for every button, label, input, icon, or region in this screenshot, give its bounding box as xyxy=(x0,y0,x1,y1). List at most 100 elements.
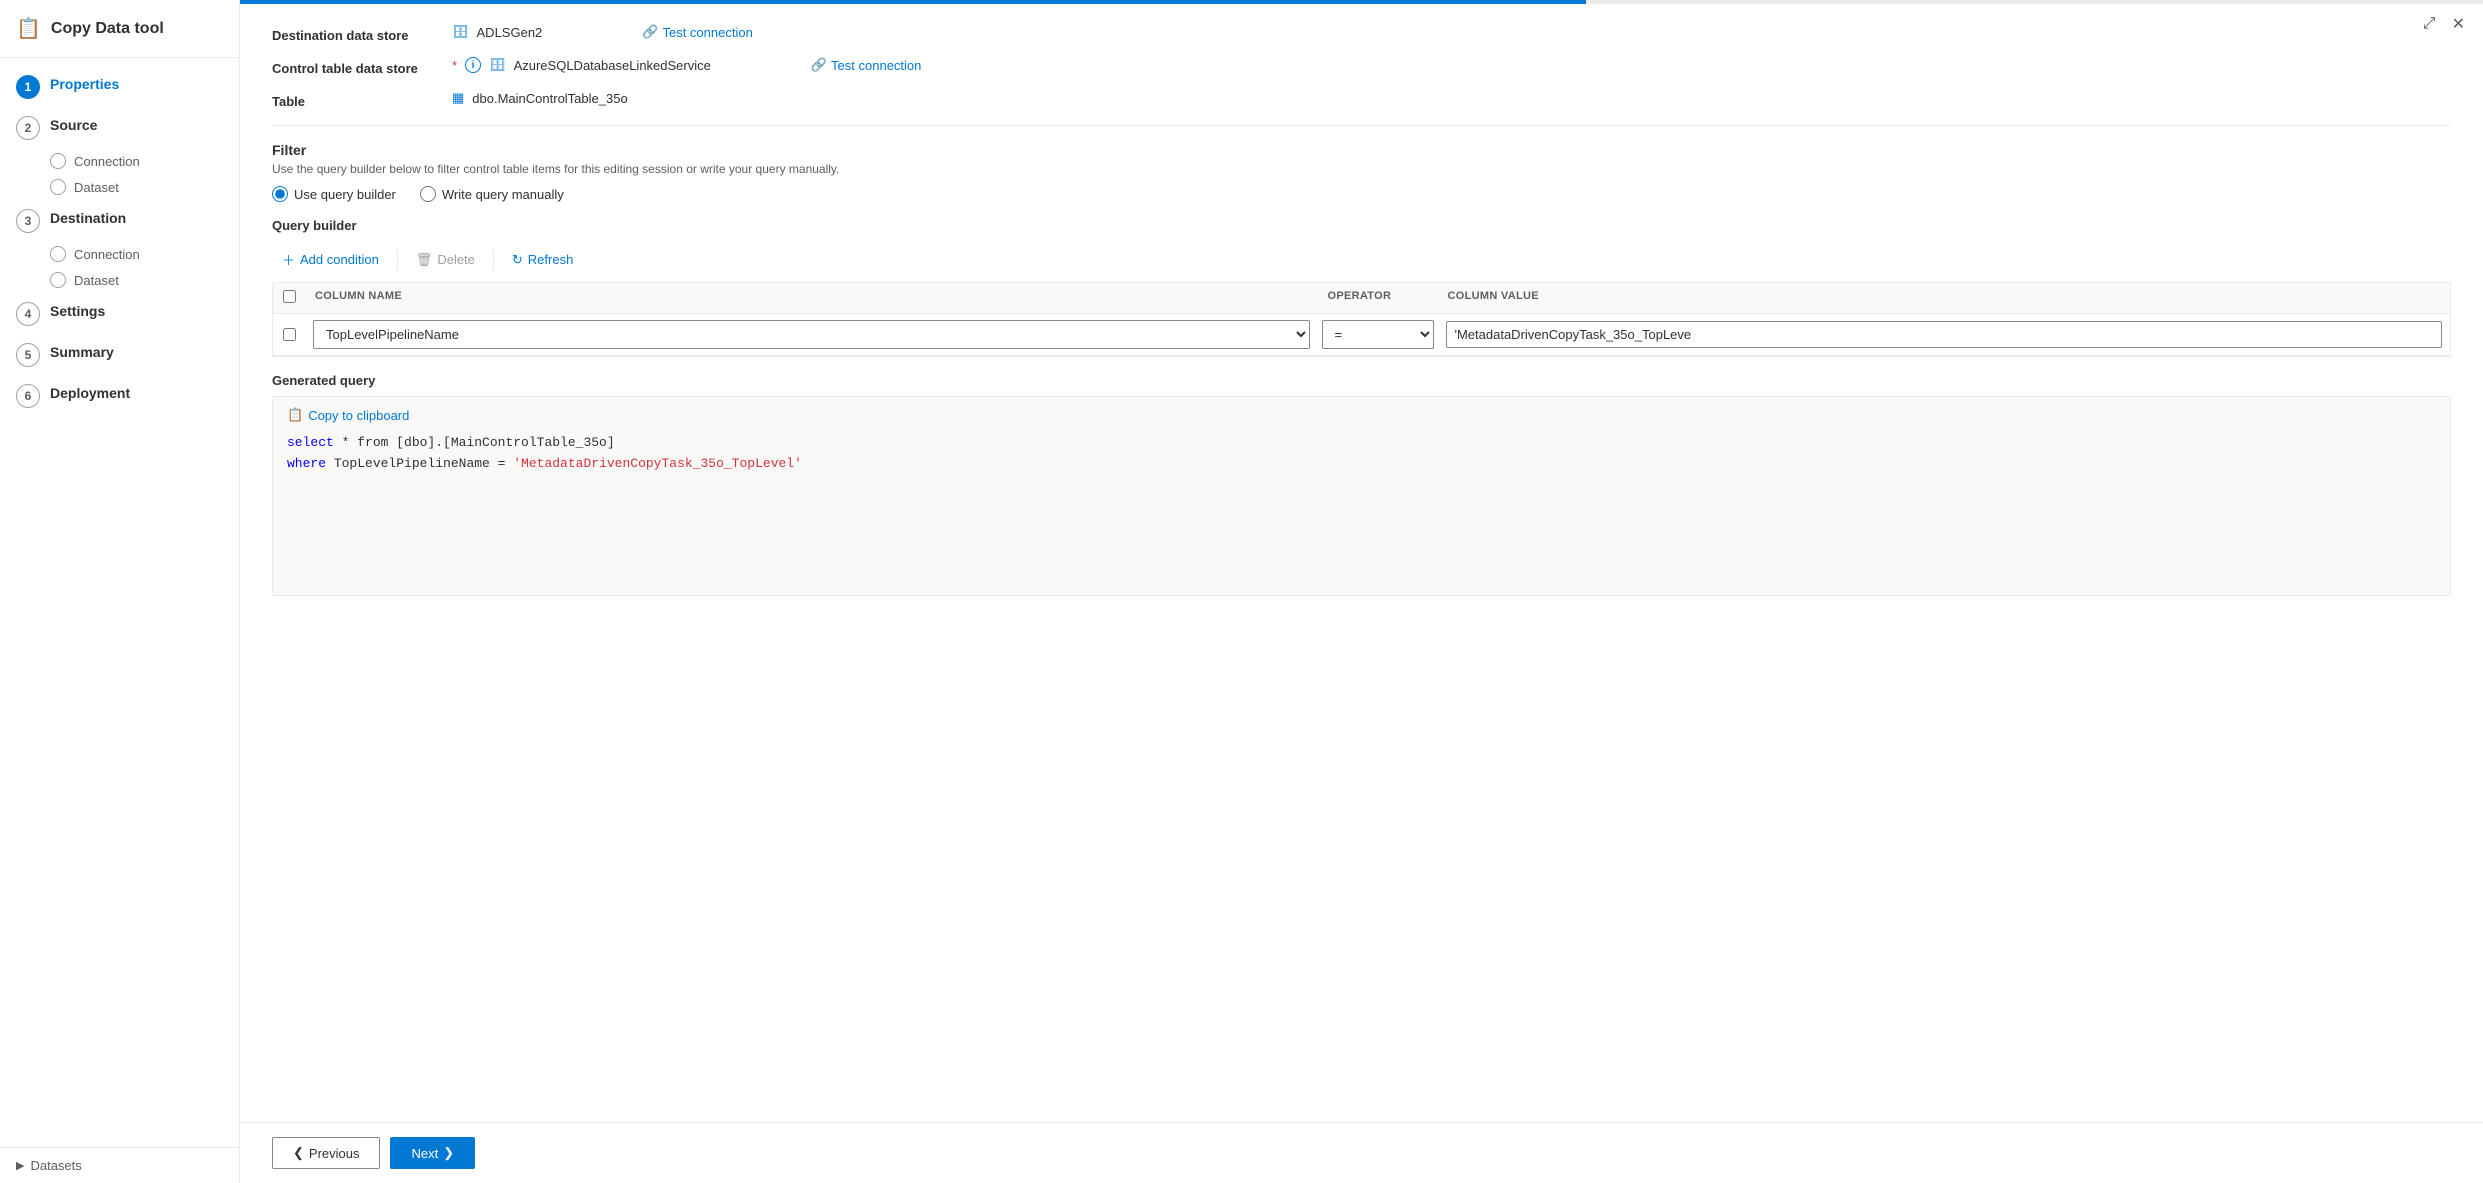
nav-number-3: 3 xyxy=(16,209,40,233)
radio-query-builder-label: Use query builder xyxy=(294,187,396,202)
nav-sub-dataset-source[interactable]: Dataset xyxy=(0,174,239,200)
test-connection-control-label: Test connection xyxy=(831,58,921,73)
nav-sub-label-dataset-dest: Dataset xyxy=(74,273,119,288)
expand-button[interactable]: ⤢ xyxy=(2421,12,2438,36)
query-line-2: where TopLevelPipelineName = 'MetadataDr… xyxy=(287,454,2436,475)
test-connection-icon: 🔗 xyxy=(642,24,658,40)
content-area: Destination data store 🗄 ADLSGen2 🔗 Test… xyxy=(240,4,2483,1122)
nav-label-deployment: Deployment xyxy=(50,383,130,401)
radio-write-manually-input[interactable] xyxy=(420,186,436,202)
filter-section: Filter Use the query builder below to fi… xyxy=(272,142,2451,202)
column-name-cell: TopLevelPipelineName xyxy=(305,320,1318,349)
test-connection-dest-link[interactable]: 🔗 Test connection xyxy=(642,24,753,40)
select-all-checkbox[interactable] xyxy=(283,290,296,303)
nav-label-summary: Summary xyxy=(50,342,114,360)
nav-item-deployment[interactable]: 6 Deployment xyxy=(0,375,239,416)
nav-sub-circle-4 xyxy=(50,272,66,288)
divider-1 xyxy=(272,125,2451,126)
previous-button[interactable]: ❮ Previous xyxy=(272,1137,380,1169)
destination-data-store-value: 🗄 ADLSGen2 xyxy=(452,24,542,40)
header-operator: OPERATOR xyxy=(1318,283,1438,313)
control-table-label: Control table data store xyxy=(272,57,432,76)
query-line-1: select * from [dbo].[MainControlTable_35… xyxy=(287,433,2436,454)
close-button[interactable]: ✕ xyxy=(2450,12,2467,36)
sql-keyword-where: where xyxy=(287,456,326,471)
sql-line2-string: 'MetadataDrivenCopyTask_35o_TopLevel' xyxy=(513,456,802,471)
control-table-value-group: * i 🗄 AzureSQLDatabaseLinkedService xyxy=(452,57,711,73)
test-connection-icon-2: 🔗 xyxy=(811,57,827,73)
sql-line1-rest: * from [dbo].[MainControlTable_35o] xyxy=(334,435,615,450)
column-value-input[interactable] xyxy=(1446,321,2443,348)
table-icon: ▦ xyxy=(452,90,464,106)
row-checkbox-input[interactable] xyxy=(283,328,296,341)
nav-item-destination[interactable]: 3 Destination xyxy=(0,200,239,241)
sql-line2-middle: TopLevelPipelineName = xyxy=(326,456,513,471)
add-condition-label: Add condition xyxy=(300,252,379,267)
nav-item-source[interactable]: 2 Source xyxy=(0,107,239,148)
nav-label-source: Source xyxy=(50,115,97,133)
header-column-name: COLUMN NAME xyxy=(305,283,1318,313)
refresh-label: Refresh xyxy=(528,252,574,267)
query-box: 📋 Copy to clipboard select * from [dbo].… xyxy=(272,396,2451,596)
delete-button[interactable]: 🗑 Delete xyxy=(406,247,485,273)
sql-keyword-select: select xyxy=(287,435,334,450)
sidebar-footer-datasets[interactable]: ▶ Datasets xyxy=(0,1147,239,1183)
nav-label-settings: Settings xyxy=(50,301,105,319)
toolbar-separator-2 xyxy=(493,250,494,270)
copy-icon: 📋 xyxy=(287,407,303,423)
window-controls: ⤢ ✕ xyxy=(2421,12,2467,36)
nav-sub-connection-dest[interactable]: Connection xyxy=(0,241,239,267)
destination-data-store-label: Destination data store xyxy=(272,24,432,43)
previous-label: Previous xyxy=(309,1146,360,1161)
query-table-header: COLUMN NAME OPERATOR COLUMN VALUE xyxy=(273,283,2450,314)
nav-sub-label-dataset: Dataset xyxy=(74,180,119,195)
operator-select[interactable]: = != > < xyxy=(1322,320,1434,349)
query-table: COLUMN NAME OPERATOR COLUMN VALUE TopLev… xyxy=(272,282,2451,357)
info-icon[interactable]: i xyxy=(465,57,481,73)
radio-write-manually-label: Write query manually xyxy=(442,187,564,202)
nav-item-properties[interactable]: 1 Properties xyxy=(0,66,239,107)
radio-write-manually[interactable]: Write query manually xyxy=(420,186,564,202)
nav-item-settings[interactable]: 4 Settings xyxy=(0,293,239,334)
query-builder-title: Query builder xyxy=(272,218,2451,233)
column-name-select[interactable]: TopLevelPipelineName xyxy=(313,320,1310,349)
nav-sub-dataset-dest[interactable]: Dataset xyxy=(0,267,239,293)
filter-title: Filter xyxy=(272,142,2451,158)
main-content: ⤢ ✕ Destination data store 🗄 ADLSGen2 🔗 … xyxy=(240,0,2483,1183)
radio-group: Use query builder Write query manually xyxy=(272,186,2451,202)
radio-query-builder-input[interactable] xyxy=(272,186,288,202)
nav-sub-connection-source[interactable]: Connection xyxy=(0,148,239,174)
copy-clipboard-button[interactable]: 📋 Copy to clipboard xyxy=(287,407,409,423)
delete-label: Delete xyxy=(437,252,475,267)
refresh-icon: ↻ xyxy=(512,252,523,268)
copy-clipboard-label: Copy to clipboard xyxy=(308,408,409,423)
chevron-left-icon: ❮ xyxy=(293,1145,304,1161)
destination-data-store-row: Destination data store 🗄 ADLSGen2 🔗 Test… xyxy=(272,24,2451,43)
refresh-button[interactable]: ↻ Refresh xyxy=(502,247,583,273)
sql-icon: 🗄 xyxy=(489,57,506,73)
header-checkbox-cell xyxy=(273,283,305,313)
test-connection-dest-label: Test connection xyxy=(662,25,752,40)
query-builder-section: Query builder ＋ Add condition 🗑 Delete ↻… xyxy=(272,218,2451,596)
chevron-right-icon: ❯ xyxy=(443,1145,454,1161)
test-connection-control-link[interactable]: 🔗 Test connection xyxy=(811,57,922,73)
nav-number-2: 2 xyxy=(16,116,40,140)
filter-description: Use the query builder below to filter co… xyxy=(272,162,2451,176)
table-row-form: Table ▦ dbo.MainControlTable_35o xyxy=(272,90,2451,109)
add-condition-button[interactable]: ＋ Add condition xyxy=(272,245,389,274)
nav-label-destination: Destination xyxy=(50,208,126,226)
control-table-value-text: AzureSQLDatabaseLinkedService xyxy=(514,58,711,73)
header-column-value: COLUMN VALUE xyxy=(1438,283,2451,313)
table-value-text: dbo.MainControlTable_35o xyxy=(472,91,627,106)
nav-number-1: 1 xyxy=(16,75,40,99)
sidebar: 📋 Copy Data tool 1 Properties 2 Source C… xyxy=(0,0,240,1183)
sidebar-footer-label: Datasets xyxy=(30,1158,81,1173)
app-title: Copy Data tool xyxy=(51,20,164,38)
nav-sub-label-conn-dest: Connection xyxy=(74,247,140,262)
radio-query-builder[interactable]: Use query builder xyxy=(272,186,396,202)
control-table-row: Control table data store * i 🗄 AzureSQLD… xyxy=(272,57,2451,76)
next-button[interactable]: Next ❯ xyxy=(390,1137,475,1169)
table-row: TopLevelPipelineName = != > < xyxy=(273,314,2450,356)
sidebar-header: 📋 Copy Data tool xyxy=(0,0,239,58)
nav-item-summary[interactable]: 5 Summary xyxy=(0,334,239,375)
